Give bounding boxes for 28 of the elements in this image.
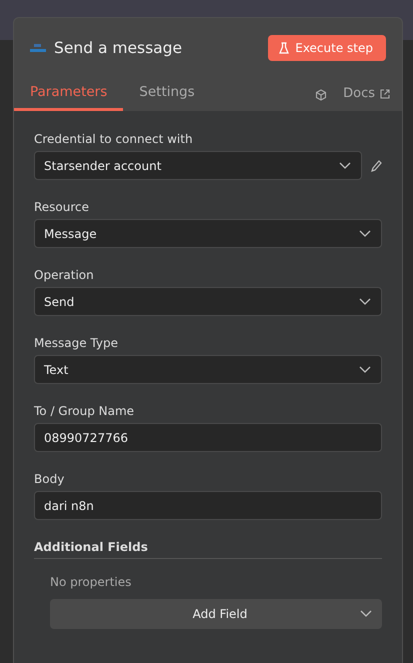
docs-link[interactable]: Docs — [343, 86, 402, 111]
empty-state-text: No properties — [50, 575, 132, 589]
select-field[interactable]: Text — [34, 355, 382, 384]
input-field[interactable]: 08990727766 — [34, 423, 382, 452]
section-title: Additional Fields — [34, 540, 148, 556]
chevron-down-icon — [359, 230, 371, 238]
node-logo-icon — [30, 44, 46, 52]
field-label: Body — [34, 472, 64, 486]
field-label: Resource — [34, 200, 90, 214]
select-field[interactable]: Starsender account — [34, 151, 362, 180]
field-label: Message Type — [34, 336, 118, 350]
add-field-button[interactable]: Add Field — [50, 599, 382, 629]
input-field[interactable]: dari n8n — [34, 491, 382, 520]
flask-icon — [279, 42, 290, 54]
chevron-down-icon — [359, 298, 371, 306]
chevron-down-icon — [360, 610, 372, 618]
select-field[interactable]: Message — [34, 219, 382, 248]
chevron-down-icon — [359, 366, 371, 374]
node-title: Send a message — [54, 39, 184, 57]
field-label: To / Group Name — [34, 404, 134, 418]
external-link-icon — [380, 88, 390, 98]
field-label: Credential to connect with — [34, 132, 193, 146]
cube-icon[interactable] — [315, 89, 328, 101]
select-field[interactable]: Send — [34, 287, 382, 316]
field-label: Operation — [34, 268, 94, 282]
tab[interactable]: Settings — [123, 84, 211, 111]
pencil-icon[interactable] — [370, 158, 382, 172]
chevron-down-icon — [339, 162, 351, 170]
